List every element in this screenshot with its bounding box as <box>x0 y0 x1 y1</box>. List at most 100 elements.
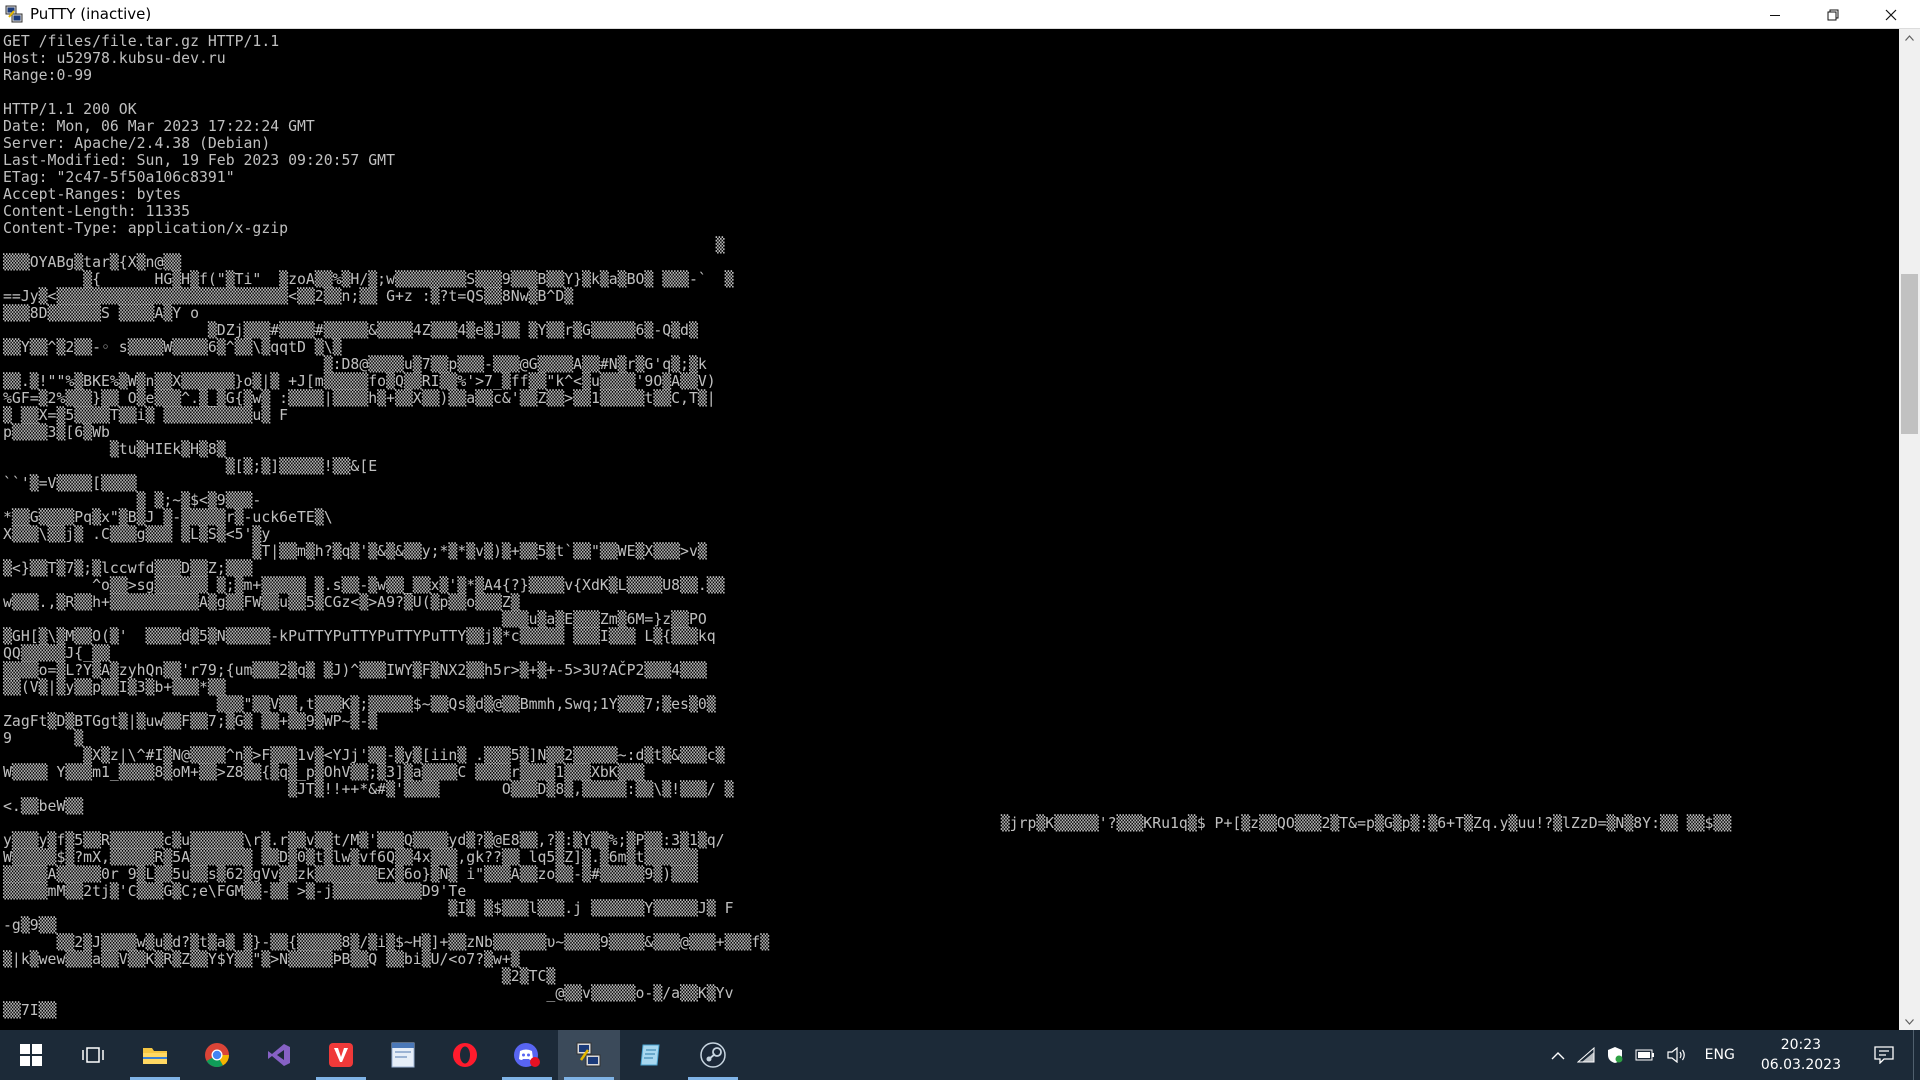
taskbar-inkpad[interactable] <box>620 1030 682 1080</box>
terminal-line: w▒▒▒.,▒R▒▒h+▒▒▒▒▒▒▒▒▒▒A▒g▒▒FW▒▒u▒▒5▒CGz<… <box>3 594 520 611</box>
scroll-up-arrow-icon[interactable] <box>1899 29 1920 46</box>
taskbar-opera[interactable] <box>434 1030 496 1080</box>
task-view-button[interactable] <box>62 1030 124 1080</box>
terminal-line: ▒▒▒▒o=▒L?Y▒A▒zyhQn▒▒'r79;{um▒▒▒2▒q▒ ▒J)^… <box>3 662 707 679</box>
shield-icon <box>1607 1047 1623 1063</box>
vivaldi-icon <box>329 1043 353 1067</box>
terminal-line: %GF=▒2%▒▒▒}▒▒ O▒e▒▒▒^.▒_▒G{▒w▒ :▒▒▒▒|▒▒▒… <box>3 390 716 407</box>
clock-time: 20:23 <box>1780 1037 1822 1053</box>
terminal-line: ▒2▒TC▒ <box>3 968 556 985</box>
close-icon <box>1885 9 1897 20</box>
taskbar-vivaldi[interactable] <box>310 1030 372 1080</box>
notepad-icon <box>640 1044 660 1066</box>
scrollbar-thumb[interactable] <box>1901 274 1918 434</box>
terminal-line: Content-Length: 11335 <box>3 203 191 220</box>
terminal-line: ETag: "2c47-5f50a106c8391" <box>3 169 235 186</box>
chevron-up-icon <box>1551 1051 1565 1059</box>
terminal-line: ▒▒▒OYABg▒tar▒{X▒n@▒▒ <box>3 254 182 271</box>
folder-icon <box>143 1048 167 1064</box>
taskbar-visual-studio[interactable] <box>248 1030 310 1080</box>
clock[interactable]: 20:23 06.03.2023 <box>1747 1035 1855 1075</box>
system-tray: ENG 20:23 06.03.2023 <box>1545 1030 1920 1080</box>
security-button[interactable] <box>1601 1030 1629 1080</box>
restore-button[interactable] <box>1804 0 1862 29</box>
terminal-line: ▒DZj▒▒▒#▒▒▒▒#▒▒▒▒▒&▒▒▒▒4Z▒▒▒4▒e▒J▒▒ ▒Y▒▒… <box>3 322 698 339</box>
putty-icon <box>576 1042 601 1067</box>
terminal-line: _@▒▒v▒▒▒▒▒o-▒/a▒▒K▒Yv <box>3 985 734 1002</box>
volume-button[interactable] <box>1661 1030 1693 1080</box>
terminal-line: p▒▒▒▒3▒[6▒Wb <box>3 424 110 441</box>
terminal-line: W▒▒▒▒ Y▒▒▒m1_▒▒▒▒8▒oM+▒▒>Z8▒▒{▒q▒_p▒OhV▒… <box>3 764 645 781</box>
terminal-line: Server: Apache/2.4.38 (Debian) <box>3 135 271 152</box>
terminal-line: ▒▒7I▒▒ <box>3 1002 57 1019</box>
terminal-line: ▒GH[▒\▒M▒▒O(▒' ▒▒▒▒d▒5▒N▒▒▒▒▒-kPuTTYPuTT… <box>3 628 716 645</box>
terminal-output[interactable]: GET /files/file.tar.gz HTTP/1.1 Host: u5… <box>0 29 1899 1019</box>
terminal-line: ▒▒(V▒|▒y▒▒p▒▒I▒3▒b+▒▒▒*▒▒ <box>3 679 226 696</box>
title-bar[interactable]: PuTTY (inactive) <box>0 0 1920 29</box>
show-desktop-button[interactable] <box>1913 1030 1920 1080</box>
battery-button[interactable] <box>1629 1030 1661 1080</box>
taskbar-steam[interactable] <box>682 1030 744 1080</box>
restore-icon <box>1827 9 1839 20</box>
terminal-line: Content-Type: application/x-gzip <box>3 220 289 237</box>
steam-icon <box>700 1042 726 1068</box>
taskbar-app[interactable] <box>372 1030 434 1080</box>
terminal-line: ▒T|▒▒m▒h?▒q▒'▒&▒&▒▒y;*▒*▒v▒)▒+▒▒5▒t`▒▒"▒… <box>3 543 707 560</box>
close-button[interactable] <box>1862 0 1920 29</box>
vertical-scrollbar[interactable] <box>1899 29 1920 1030</box>
visual-studio-icon <box>268 1044 290 1066</box>
taskbar-file-explorer[interactable] <box>124 1030 186 1080</box>
terminal-line: ▒▒▒u▒a▒E▒▒▒Zm▒6M=}z▒▒PO <box>3 611 707 628</box>
terminal-line: ▒ <box>3 237 725 254</box>
notification-center-icon <box>1874 1046 1894 1064</box>
window-title: PuTTY (inactive) <box>30 5 152 23</box>
terminal-line: ▒▒.▒!""%▒BKE%▒W▒n▒▒X▒▒▒▒▒▒}o▒|▒ +J[m▒▒▒▒… <box>3 373 716 390</box>
clock-date: 06.03.2023 <box>1760 1057 1841 1073</box>
terminal-line: HTTP/1.1 200 OK <box>3 101 137 118</box>
taskbar-discord[interactable] <box>496 1030 558 1080</box>
terminal-window[interactable]: GET /files/file.tar.gz HTTP/1.1 Host: u5… <box>0 29 1899 1030</box>
scroll-down-arrow-icon[interactable] <box>1899 1013 1920 1030</box>
windows-logo-icon <box>20 1044 42 1066</box>
terminal-line: ▒JT▒!!++*&#▒'▒▒▒▒ O▒▒▒D▒8▒,▒▒▒▒▒:▒▒\▒!▒▒… <box>3 781 734 798</box>
speaker-icon <box>1667 1047 1685 1063</box>
chrome-icon <box>205 1043 229 1068</box>
minimize-icon <box>1770 14 1780 16</box>
taskbar: ENG 20:23 06.03.2023 <box>0 1030 1920 1080</box>
terminal-line: 9 ▒ <box>3 730 84 747</box>
terminal-line: Last-Modified: Sun, 19 Feb 2023 09:20:57… <box>3 152 395 169</box>
taskbar-chrome[interactable] <box>186 1030 248 1080</box>
language-indicator[interactable]: ENG <box>1693 1030 1747 1080</box>
terminal-line: ^o▒▒>sg▒▒▒▒▒▒ ▒;▒m+▒▒▒▒▒ ▒.s▒▒-▒w▒▒_▒▒x▒… <box>3 577 725 594</box>
terminal-line: X▒▒▒\▒▒j▒ .C▒▒▒g▒▒▒ ▒L▒S▒<5'▒y <box>3 526 271 543</box>
opera-icon <box>453 1043 477 1067</box>
terminal-line: Date: Mon, 06 Mar 2023 17:22:24 GMT <box>3 118 315 135</box>
terminal-line: Accept-Ranges: bytes <box>3 186 182 203</box>
putty-icon[interactable] <box>4 4 24 24</box>
taskbar-putty[interactable] <box>558 1030 620 1080</box>
wifi-icon <box>1576 1047 1595 1063</box>
terminal-line: ▒[▒;▒]▒▒▒▒▒!▒▒&[E <box>3 458 378 475</box>
window-controls <box>1746 0 1920 29</box>
terminal-line: y▒▒▒y▒f▒5▒▒R▒▒▒▒▒▒c▒u▒▒▒▒▒▒\r▒.r▒▒v▒▒t/M… <box>3 832 725 849</box>
minimize-button[interactable] <box>1746 0 1804 29</box>
terminal-line: ▒X▒z|\^#I▒N@▒▒▒▒^n▒>F▒▒▒1v▒<YJj'▒▒-▒y▒[i… <box>3 747 725 764</box>
terminal-line: ``'▒=V▒▒▒▒[▒▒▒▒ <box>3 475 137 492</box>
notifications-button[interactable] <box>1855 1030 1913 1080</box>
terminal-line: -g▒9▒▒ <box>3 917 57 934</box>
terminal-line: ▒▒▒▒▒mM▒▒2tj▒'C▒▒▒G▒C;e\FGM▒▒-▒▒ >▒-j▒▒▒… <box>3 883 467 900</box>
start-button[interactable] <box>0 1030 62 1080</box>
terminal-line: ▒▒▒8D▒▒▒▒▒▒S ▒▒▒▒A▒Y o <box>3 305 199 322</box>
terminal-line: ▒ ▒;~▒$<▒9▒▒▒- <box>3 492 262 509</box>
terminal-line: ▒{ HG▒H▒f("▒Ti" ▒zoA▒▒%▒H/▒;w▒▒▒▒▒▒▒▒S▒▒… <box>3 271 734 288</box>
terminal-line: QQ▒▒▒▒▒J{_▒▒ <box>3 645 110 662</box>
network-button[interactable] <box>1571 1030 1601 1080</box>
terminal-line: ▒▒▒▒▒A▒▒▒▒▒0r 9▒L▒▒5u▒▒s▒62▒gVv▒▒zk▒▒▒▒▒… <box>3 866 698 883</box>
terminal-line: W▒▒▒▒▒$▒?mX,▒▒▒▒▒R▒5A▒▒▒▒▒▒▒ ▒▒D▒0▒t▒lw▒… <box>3 849 698 866</box>
discord-icon <box>514 1043 540 1067</box>
show-hidden-icons-button[interactable] <box>1545 1030 1571 1080</box>
terminal-line: ▒<}▒▒T▒7▒;▒lccwfd▒▒▒D▒▒Z;▒▒▒ <box>3 560 253 577</box>
window-app-icon <box>391 1042 415 1068</box>
terminal-line: ZagFt▒D▒BTGgt▒|▒uw▒▒F▒▒7;▒G▒ ▒▒+▒▒9▒WP~▒… <box>3 713 378 730</box>
terminal-line: Range:0-99 <box>3 67 93 84</box>
